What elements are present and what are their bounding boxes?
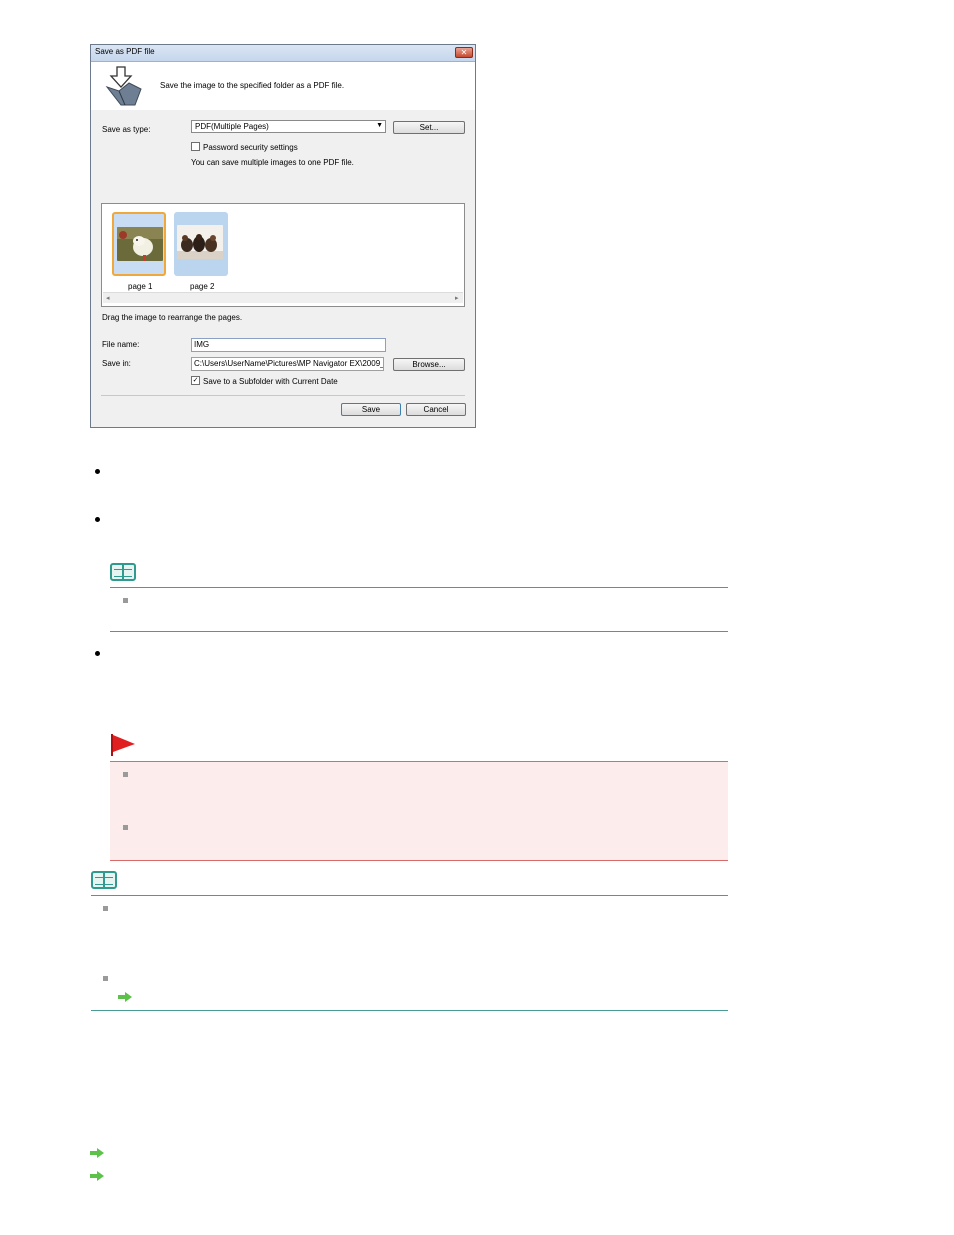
browse-button[interactable]: Browse...: [393, 358, 465, 371]
gray-square-icon: [103, 976, 108, 981]
password-checkbox[interactable]: [191, 142, 200, 151]
save-in-field[interactable]: C:\Users\UserName\Pictures\MP Navigator …: [191, 357, 384, 371]
close-icon: ✕: [460, 48, 468, 57]
page-label: page 1: [128, 282, 153, 291]
save-as-type-label: Save as type:: [102, 125, 151, 134]
save-as-type-value: PDF(Multiple Pages): [195, 122, 269, 131]
chevron-down-icon: ▼: [376, 122, 383, 129]
bullet-dot-icon: [95, 469, 100, 474]
gray-square-icon: [123, 772, 128, 777]
save-as-type-select[interactable]: PDF(Multiple Pages) ▼: [191, 120, 386, 133]
subfolder-checkbox-label[interactable]: Save to a Subfolder with Current Date: [203, 377, 338, 386]
red-flag-icon: [111, 734, 135, 756]
save-in-value: C:\Users\UserName\Pictures\MP Navigator …: [194, 359, 384, 368]
note-top-rule: [91, 895, 728, 896]
horizontal-scrollbar[interactable]: ◂ ▸: [103, 292, 463, 303]
note-bottom-rule: [91, 1010, 728, 1011]
page-thumbnail[interactable]: [174, 212, 228, 276]
dog-photo-thumbnail: [117, 227, 163, 261]
scroll-left-icon[interactable]: ◂: [106, 294, 110, 302]
save-as-pdf-dialog: Save as PDF file ✕ Save the image to the…: [90, 44, 476, 428]
save-in-label: Save in:: [102, 359, 131, 368]
subfolder-checkbox[interactable]: ✓: [191, 376, 200, 385]
page-label: page 2: [190, 282, 215, 291]
close-button[interactable]: ✕: [455, 47, 473, 58]
gray-square-icon: [123, 825, 128, 830]
gray-square-icon: [103, 906, 108, 911]
green-arrow-icon[interactable]: [118, 992, 132, 1002]
password-checkbox-label[interactable]: Password security settings: [203, 143, 298, 152]
scroll-right-icon[interactable]: ▸: [455, 294, 459, 302]
set-button[interactable]: Set...: [393, 121, 465, 134]
checkmark-icon: ✓: [192, 377, 199, 384]
note-book-icon: [91, 871, 117, 889]
file-name-value: IMG: [194, 340, 210, 349]
dialog-titlebar[interactable]: Save as PDF file ✕: [91, 45, 475, 62]
bullet-dot-icon: [95, 651, 100, 656]
note-top-rule: [110, 587, 728, 588]
dialog-separator: [101, 395, 465, 396]
drag-hint-text: Drag the image to rearrange the pages.: [102, 313, 243, 322]
green-arrow-icon[interactable]: [90, 1148, 104, 1158]
page-thumbnail[interactable]: [112, 212, 166, 276]
note-book-icon: [110, 563, 136, 581]
save-button[interactable]: Save: [341, 403, 401, 416]
dialog-title: Save as PDF file: [95, 47, 155, 56]
caution-box: [110, 761, 728, 861]
save-folder-arrow-icon: [105, 66, 142, 106]
dogs-photo-thumbnail: [177, 225, 223, 259]
gray-square-icon: [123, 598, 128, 603]
green-arrow-icon[interactable]: [90, 1171, 104, 1181]
file-name-label: File name:: [102, 340, 140, 349]
multi-page-info-text: You can save multiple images to one PDF …: [191, 158, 354, 167]
dialog-header-text: Save the image to the specified folder a…: [160, 81, 345, 90]
page-thumbnail-list[interactable]: page 1 page 2 ◂ ▸: [101, 203, 465, 307]
cancel-button[interactable]: Cancel: [406, 403, 466, 416]
note-bottom-rule: [110, 631, 728, 632]
bullet-dot-icon: [95, 517, 100, 522]
file-name-input[interactable]: IMG: [191, 338, 386, 352]
